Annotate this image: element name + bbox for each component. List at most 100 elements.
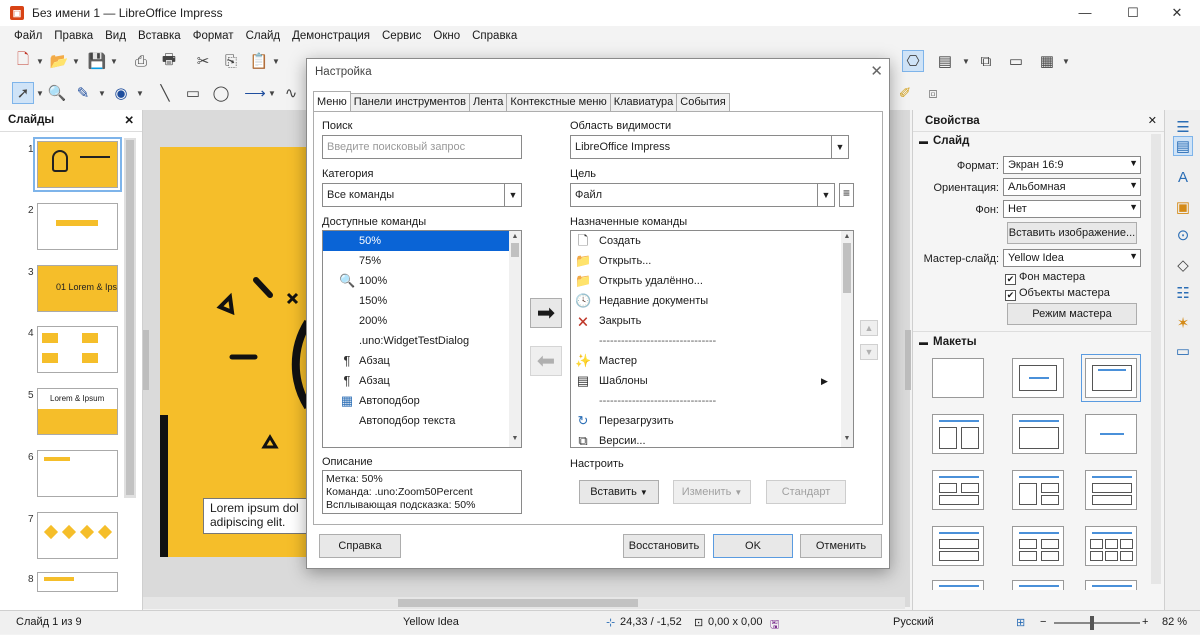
layout-four-content[interactable] (1012, 526, 1064, 566)
layout-title-only[interactable] (1012, 358, 1064, 398)
modify-dropdown-button[interactable]: Изменить ▼ (673, 480, 751, 504)
master-slides-deck-icon[interactable]: ☷ (1173, 284, 1193, 304)
open-folder-icon[interactable]: 📂 (48, 50, 70, 72)
menu-tools[interactable]: Сервис (382, 30, 421, 42)
styles-deck-icon[interactable]: A (1173, 168, 1193, 188)
orientation-select[interactable]: Альбомная ▼ (1003, 178, 1141, 196)
close-icon[interactable]: ✕ (870, 62, 883, 80)
print-icon[interactable]: 🖶 (158, 50, 180, 72)
slides-scrollbar[interactable] (124, 138, 136, 498)
menu-slideshow[interactable]: Демонстрация (292, 30, 370, 42)
master-objects-checkbox[interactable]: ✔ Объекты мастера (1005, 287, 1110, 301)
insert-slide-dropdown-icon[interactable]: ▼ (962, 57, 970, 66)
properties-deck-icon[interactable]: ▤ (1173, 136, 1193, 156)
cancel-button[interactable]: Отменить (800, 534, 882, 558)
maximize-button[interactable]: ☐ (1110, 0, 1156, 26)
list-item[interactable]: Автоподбор текста (323, 411, 521, 431)
zoom-in-icon[interactable]: + (1142, 616, 1148, 628)
layout-grid-d[interactable] (932, 526, 984, 566)
sidebar-menu-icon[interactable]: ☰ (1173, 118, 1193, 138)
layout-title-2content[interactable] (932, 414, 984, 454)
menu-window[interactable]: Окно (433, 30, 460, 42)
delete-slide-icon[interactable]: ▭ (1005, 50, 1027, 72)
scope-select[interactable]: LibreOffice Impress ▼ (570, 135, 849, 159)
menu-edit[interactable]: Правка (54, 30, 93, 42)
language-status[interactable]: Русский (893, 616, 934, 628)
tab-toolbars[interactable]: Панели инструментов (349, 93, 470, 112)
arrow-dropdown-icon[interactable]: ▼ (268, 89, 276, 98)
insert-slide-icon[interactable]: ▤ (934, 50, 956, 72)
save-dropdown-icon[interactable]: ▼ (110, 57, 118, 66)
scroll-down-icon[interactable]: ▼ (509, 435, 521, 445)
gear-menu-button[interactable]: ≡ (839, 183, 854, 207)
minimize-button[interactable]: — (1062, 0, 1108, 26)
arrow-line-icon[interactable]: ⟶ (244, 82, 266, 104)
master-slide-select[interactable]: Yellow Idea ▼ (1003, 249, 1141, 267)
close-window-button[interactable]: ✕ (1154, 0, 1200, 26)
select-dropdown-icon[interactable]: ▼ (36, 89, 44, 98)
zoom-icon[interactable]: 🔍 (46, 82, 68, 104)
animation-deck-icon[interactable]: ✶ (1173, 314, 1193, 334)
background-select[interactable]: Нет ▼ (1003, 200, 1141, 218)
open-dropdown-icon[interactable]: ▼ (72, 57, 80, 66)
move-down-button[interactable]: ▼ (860, 344, 878, 360)
list-item[interactable]: 50% (323, 231, 521, 251)
list-item[interactable]: ✨ Мастер (571, 351, 853, 371)
collapse-sidebar-handle[interactable] (905, 330, 911, 390)
list-item[interactable]: 📁 Открыть... (571, 251, 853, 271)
fill-color-dropdown-icon[interactable]: ▼ (136, 89, 144, 98)
duplicate-slide-icon[interactable]: ⧉ (975, 50, 997, 72)
tab-notebookbar[interactable]: Лента (468, 93, 508, 112)
slide-thumbnail-1[interactable] (33, 137, 122, 192)
layout-vertical-b[interactable] (1012, 580, 1064, 590)
collapse-slides-handle[interactable] (143, 330, 149, 390)
layout-vertical-c[interactable] (1085, 580, 1137, 590)
slide-thumbnail-2[interactable] (37, 203, 118, 250)
select-arrow-icon[interactable]: ➚ (12, 82, 34, 104)
close-icon[interactable]: ✕ (1148, 114, 1157, 127)
collapse-arrow-icon[interactable]: ▬ (919, 337, 928, 347)
slide-thumbnail-5[interactable]: Lorem & Ipsum (37, 388, 118, 435)
list-item[interactable]: 🔍 100% (323, 271, 521, 291)
layout-grid-b[interactable] (1012, 470, 1064, 510)
layout-title-content-alt[interactable] (1012, 414, 1064, 454)
list-item[interactable]: 🗙 Закрыть (571, 311, 853, 331)
assigned-commands-scrollbar[interactable]: ▲ ▼ (841, 231, 853, 447)
slide-thumbnail-8[interactable] (37, 572, 118, 592)
tab-context-menus[interactable]: Контекстные меню (506, 93, 611, 112)
layout-vertical-a[interactable] (932, 580, 984, 590)
scroll-up-icon[interactable]: ▲ (841, 233, 853, 243)
menu-view[interactable]: Вид (105, 30, 126, 42)
list-item[interactable]: ↻ Перезагрузить (571, 411, 853, 431)
default-button[interactable]: Стандарт (766, 480, 846, 504)
cut-icon[interactable]: ✂ (192, 50, 214, 72)
menu-file[interactable]: Файл (14, 30, 42, 42)
zoom-level[interactable]: 82 % (1162, 616, 1187, 628)
gallery-deck-icon[interactable]: ▣ (1173, 198, 1193, 218)
line-tool-icon[interactable]: ╲ (154, 82, 176, 104)
reset-button[interactable]: Восстановить (623, 534, 705, 558)
layout-title-content[interactable] (1081, 354, 1141, 402)
tab-keyboard[interactable]: Клавиатура (609, 93, 678, 112)
paste-dropdown-icon[interactable]: ▼ (272, 57, 280, 66)
menu-slide[interactable]: Слайд (246, 30, 281, 42)
list-item[interactable]: 200% (323, 311, 521, 331)
menu-insert[interactable]: Вставка (138, 30, 181, 42)
document-modified-icon[interactable]: 🖫 (770, 616, 779, 635)
ellipse-tool-icon[interactable]: ◯ (210, 82, 232, 104)
scrollbar-thumb[interactable] (511, 243, 519, 257)
category-select[interactable]: Все команды ▼ (322, 183, 522, 207)
scroll-up-icon[interactable]: ▲ (509, 233, 521, 243)
target-select[interactable]: Файл ▼ (570, 183, 835, 207)
slide-transition-deck-icon[interactable]: ▭ (1173, 342, 1193, 362)
layout-centered-text[interactable] (1085, 414, 1137, 454)
slide-thumbnail-6[interactable] (37, 450, 118, 497)
slide-thumbnail-7[interactable] (37, 512, 118, 559)
fill-color-icon[interactable]: ◉ (110, 82, 132, 104)
list-item[interactable]: 75% (323, 251, 521, 271)
help-button[interactable]: Справка (319, 534, 401, 558)
list-item[interactable]: ▤ Шаблоны ▶ (571, 371, 853, 391)
move-up-button[interactable]: ▲ (860, 320, 878, 336)
slide-layout-icon[interactable]: ▦ (1036, 50, 1058, 72)
copy-icon[interactable]: ⎘ (220, 50, 242, 72)
